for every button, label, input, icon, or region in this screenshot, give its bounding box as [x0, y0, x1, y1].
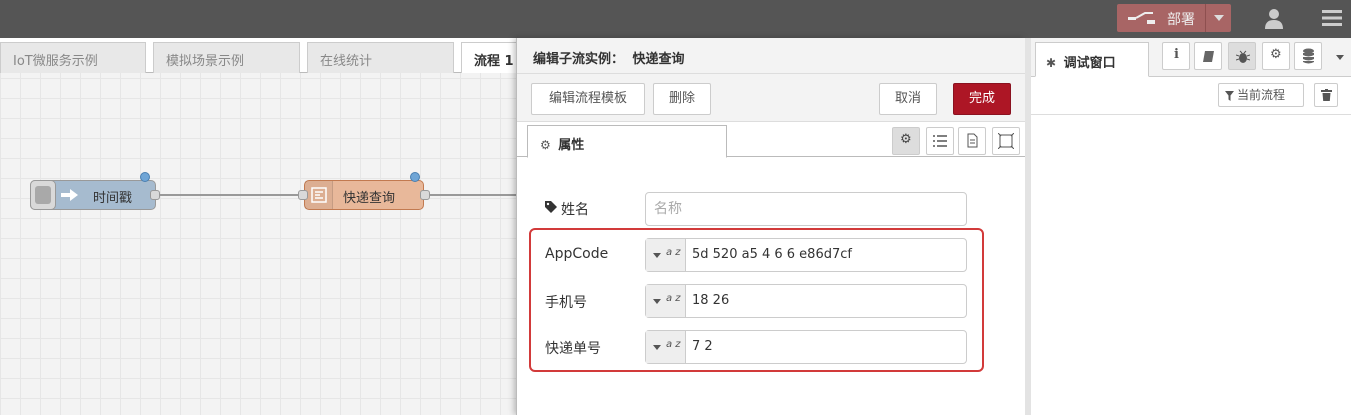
caret-down-icon	[653, 345, 661, 350]
changed-indicator	[140, 172, 150, 182]
list-icon	[933, 135, 947, 147]
filter-label: 当前流程	[1237, 88, 1286, 102]
appcode-input[interactable]: a z 5d 520 a5 4 6 6 e86d7cf	[645, 238, 967, 272]
bug-icon	[1236, 50, 1250, 63]
changed-indicator	[410, 172, 420, 182]
edit-template-button[interactable]: 编辑流程模板	[531, 83, 645, 115]
inject-node-button[interactable]	[30, 180, 56, 210]
type-select[interactable]: a z	[646, 239, 686, 271]
document-icon	[967, 133, 978, 148]
config-button[interactable]: ⚙	[1262, 42, 1290, 70]
deploy-button[interactable]: 部署	[1117, 4, 1231, 32]
description-button[interactable]	[958, 127, 986, 155]
debug-button[interactable]	[1228, 42, 1256, 70]
list-view-button[interactable]	[926, 127, 954, 155]
deploy-dropdown-icon[interactable]	[1214, 15, 1224, 21]
appcode-label: AppCode	[545, 246, 609, 262]
deploy-icon	[1128, 12, 1155, 24]
gear-icon: ⚙	[1270, 47, 1282, 62]
workspace-tab-active[interactable]: 流程 1	[461, 42, 521, 73]
delete-button[interactable]: 删除	[653, 83, 711, 115]
subflow-icon	[311, 187, 327, 203]
inject-node[interactable]: 时间戳	[30, 180, 156, 210]
sidebar-menu-caret-icon[interactable]	[1336, 55, 1344, 60]
debug-toolbar: 当前流程	[1031, 77, 1351, 115]
tray-title-name: 快递查询	[632, 52, 685, 67]
type-marker: a z	[666, 247, 681, 258]
caret-down-icon	[653, 253, 661, 258]
debug-tab[interactable]: ✱ 调试窗口	[1035, 42, 1149, 77]
deploy-divider	[1205, 4, 1206, 32]
tracking-number-input[interactable]: a z 7 2	[645, 330, 967, 364]
cancel-button[interactable]: 取消	[879, 83, 937, 115]
type-select[interactable]: a z	[646, 331, 686, 363]
help-button[interactable]	[1194, 42, 1222, 70]
workspace-tabbar: IoT微服务示例 模拟场景示例 在线统计 流程 1	[0, 38, 521, 73]
node-label: 时间戳	[93, 191, 133, 206]
debug-sidebar: ✱ 调试窗口 i ⚙ 当前流程	[1025, 38, 1351, 415]
phone-input[interactable]: a z 18 26	[645, 284, 967, 318]
flow-wire[interactable]	[160, 194, 300, 196]
gear-icon: ⚙	[900, 132, 912, 147]
info-button[interactable]: i	[1162, 42, 1190, 70]
subflow-icon-box	[305, 181, 333, 209]
workspace-tab[interactable]: 在线统计	[307, 42, 454, 73]
user-icon[interactable]	[1264, 8, 1284, 30]
settings-gear-button[interactable]: ⚙	[892, 127, 920, 155]
appearance-button[interactable]	[992, 127, 1020, 155]
arrow-icon	[61, 189, 78, 201]
bug-icon: ✱	[1046, 56, 1057, 70]
filter-icon	[1225, 91, 1234, 101]
gear-icon: ⚙	[540, 138, 551, 152]
flow-wire[interactable]	[428, 194, 516, 196]
properties-tab[interactable]: ⚙ 属性	[527, 125, 727, 158]
debug-tab-label: 调试窗口	[1063, 56, 1116, 71]
flow-workspace[interactable]: 时间戳 快递查询	[0, 38, 516, 415]
tracking-number-value: 7 2	[692, 339, 713, 354]
type-select[interactable]: a z	[646, 285, 686, 317]
type-marker: a z	[666, 339, 681, 350]
info-icon: i	[1174, 47, 1179, 62]
properties-tab-label: 属性	[558, 138, 585, 153]
menu-icon[interactable]	[1322, 10, 1342, 26]
book-icon	[1203, 51, 1214, 62]
type-marker: a z	[666, 293, 681, 304]
workspace-tab[interactable]: IoT微服务示例	[0, 42, 146, 73]
filter-current-flow-button[interactable]: 当前流程	[1218, 83, 1304, 107]
tracking-number-label: 快递单号	[545, 341, 601, 357]
input-port[interactable]	[298, 190, 308, 200]
clear-log-button[interactable]	[1314, 83, 1338, 107]
context-button[interactable]	[1294, 42, 1322, 70]
tray-toolbar: 编辑流程模板 删除 取消 完成	[517, 74, 1026, 122]
top-header: 部署	[0, 0, 1351, 38]
appcode-value: 5d 520 a5 4 6 6 e86d7cf	[692, 247, 852, 262]
done-button[interactable]: 完成	[953, 83, 1011, 115]
name-label: 姓名	[561, 202, 589, 218]
tab-label: IoT微服务示例	[13, 54, 98, 69]
frame-icon	[998, 133, 1014, 149]
tag-icon	[545, 201, 557, 213]
tab-label: 流程 1	[474, 54, 514, 69]
output-port[interactable]	[150, 190, 160, 200]
workspace-tab[interactable]: 模拟场景示例	[153, 42, 300, 73]
deploy-label: 部署	[1167, 12, 1195, 28]
node-label: 快递查询	[343, 191, 396, 206]
database-icon	[1303, 48, 1314, 64]
phone-value: 18 26	[692, 293, 730, 308]
properties-tabbar: ⚙ 属性 ⚙	[517, 122, 1026, 158]
phone-label: 手机号	[545, 295, 587, 311]
tab-label: 模拟场景示例	[166, 54, 245, 69]
tray-title-prefix: 编辑子流实例：	[533, 52, 625, 67]
edit-tray: 编辑子流实例： 快递查询 编辑流程模板 删除 取消 完成 ⚙ 属性 ⚙ 姓名 A…	[516, 38, 1026, 415]
tray-title: 编辑子流实例： 快递查询	[517, 38, 1026, 74]
output-port[interactable]	[420, 190, 430, 200]
sidebar-tabbar: ✱ 调试窗口 i ⚙	[1031, 38, 1351, 77]
subflow-node[interactable]: 快递查询	[304, 180, 424, 210]
name-input[interactable]	[645, 192, 967, 226]
trash-icon	[1321, 89, 1332, 101]
caret-down-icon	[653, 299, 661, 304]
tab-label: 在线统计	[320, 54, 373, 69]
